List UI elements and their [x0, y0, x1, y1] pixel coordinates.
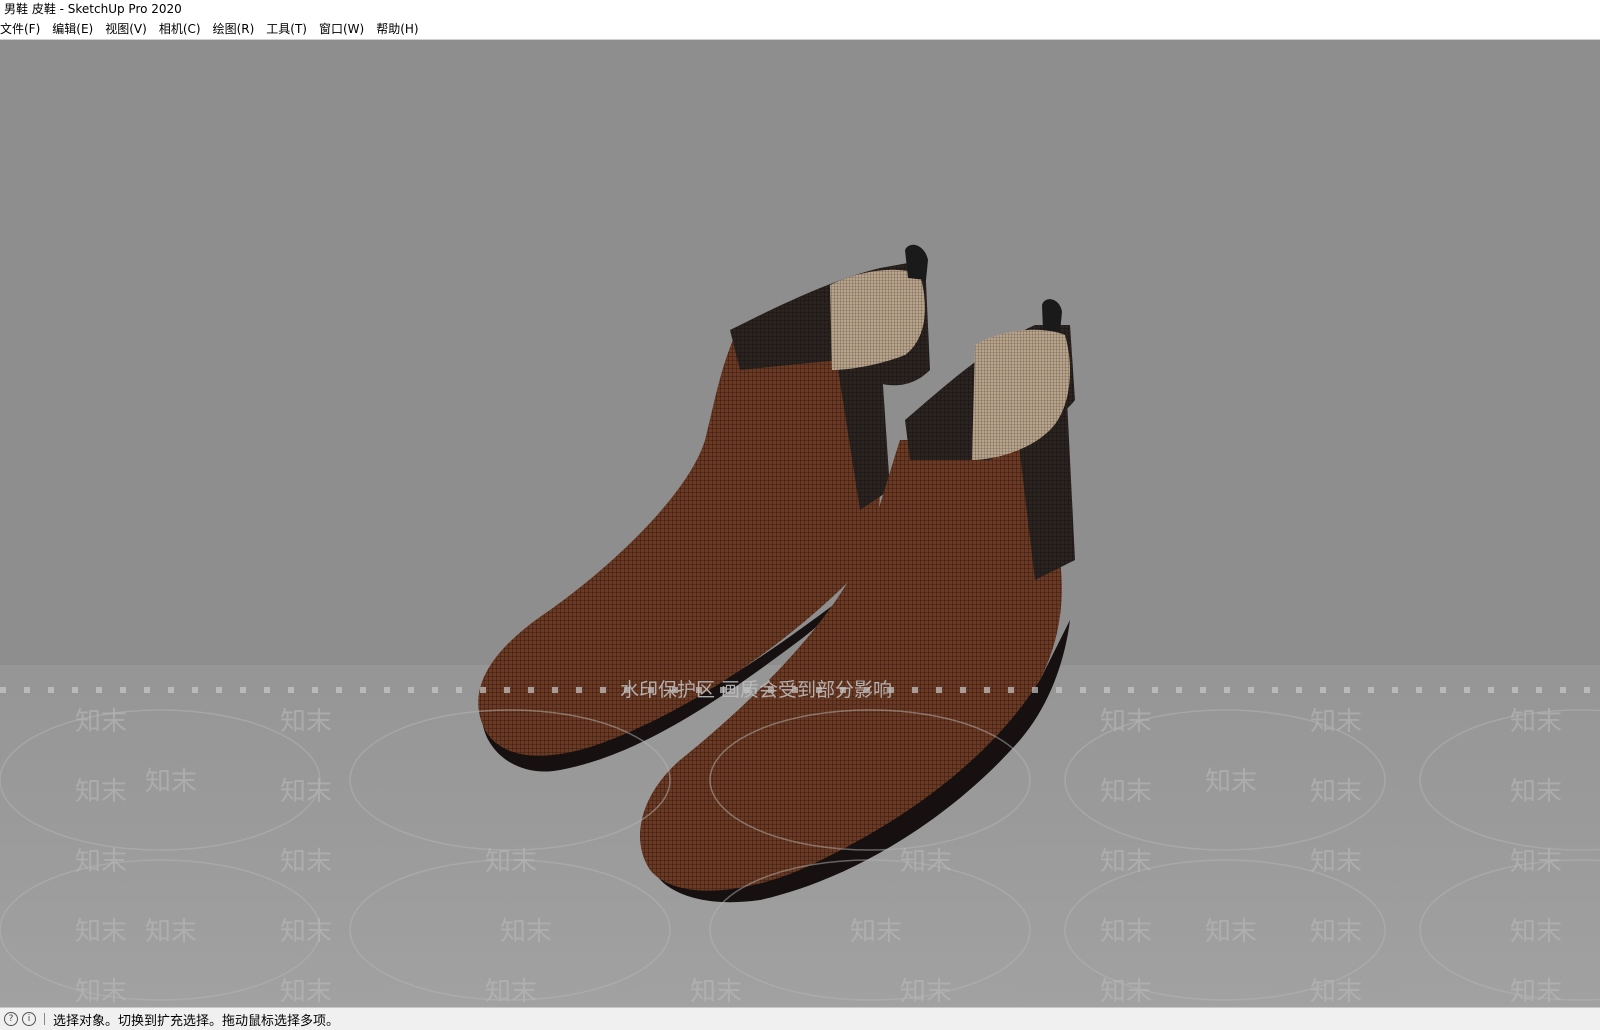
watermark-logo: 知末 [850, 917, 902, 947]
watermark-logo: 知末 [690, 977, 742, 1007]
menu-view[interactable]: 视图(V) [99, 18, 153, 39]
title-bar: 男鞋 皮鞋 - SketchUp Pro 2020 [0, 0, 1600, 18]
menu-bar: 文件(F) 编辑(E) 视图(V) 相机(C) 绘图(R) 工具(T) 窗口(W… [0, 18, 1600, 40]
status-bar: ? i 选择对象。切换到扩充选择。拖动鼠标选择多项。 [0, 1007, 1600, 1030]
watermark-logo: 知末 [1510, 917, 1562, 947]
watermark-logo: 知末 [280, 777, 332, 807]
watermark-logo: 知末 [280, 977, 332, 1007]
watermark-logo: 知末 [280, 917, 332, 947]
watermark-logo: 知末 [145, 767, 197, 797]
help-icon[interactable]: ? [4, 1012, 18, 1026]
watermark-logo: 知末 [1100, 847, 1152, 877]
menu-window[interactable]: 窗口(W) [313, 18, 370, 39]
watermark-logo: 知末 [485, 847, 537, 877]
menu-draw[interactable]: 绘图(R) [207, 18, 261, 39]
watermark-logo: 知末 [1310, 977, 1362, 1007]
window-title: 男鞋 皮鞋 - SketchUp Pro 2020 [4, 2, 182, 16]
menu-tools[interactable]: 工具(T) [260, 18, 313, 39]
watermark-logo: 知末 [1100, 777, 1152, 807]
status-separator [44, 1013, 45, 1025]
viewport-canvas: 水印保护区 画质会受到部分影响 知末 知末 知末 知末 知末 知末 知末 知末 … [0, 244, 1600, 1007]
model-viewport[interactable]: 水印保护区 画质会受到部分影响 知末 知末 知末 知末 知末 知末 知末 知末 … [0, 40, 1600, 1007]
status-message: 选择对象。切换到扩充选择。拖动鼠标选择多项。 [53, 1013, 340, 1029]
watermark-logo: 知末 [75, 777, 127, 807]
menu-camera[interactable]: 相机(C) [153, 18, 207, 39]
menu-file[interactable]: 文件(F) [0, 18, 46, 39]
watermark-logo: 知末 [1310, 777, 1362, 807]
watermark-logo: 知末 [1510, 777, 1562, 807]
watermark-logo: 知末 [1310, 707, 1362, 737]
watermark-logo: 知末 [1205, 917, 1257, 947]
watermark-logo: 知末 [485, 977, 537, 1007]
watermark-logo: 知末 [1205, 767, 1257, 797]
menu-help[interactable]: 帮助(H) [370, 18, 424, 39]
watermark-logo: 知末 [1100, 977, 1152, 1007]
watermark-logo: 知末 [280, 847, 332, 877]
watermark-logo: 知末 [1310, 917, 1362, 947]
watermark-logo: 知末 [1100, 917, 1152, 947]
watermark-logo: 知末 [1510, 977, 1562, 1007]
watermark-logo: 知末 [75, 917, 127, 947]
info-icon[interactable]: i [22, 1012, 36, 1026]
watermark-logo: 知末 [280, 707, 332, 737]
watermark-banner-text: 水印保护区 画质会受到部分影响 [620, 679, 892, 701]
watermark-logo: 知末 [500, 917, 552, 947]
watermark-logo: 知末 [145, 917, 197, 947]
menu-edit[interactable]: 编辑(E) [46, 18, 99, 39]
